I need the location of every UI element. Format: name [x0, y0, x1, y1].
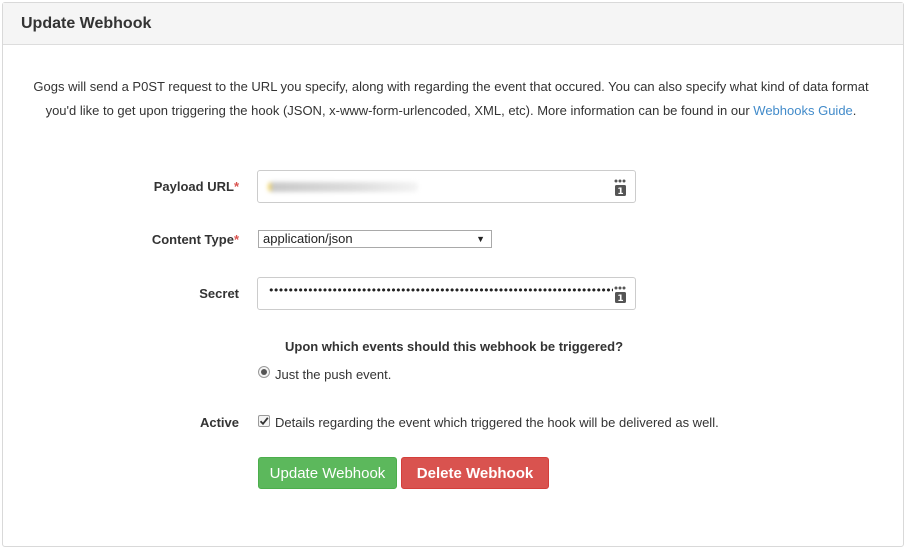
panel-header: Update Webhook: [3, 3, 903, 45]
redacted-url-value: [268, 182, 418, 192]
delete-webhook-button[interactable]: Delete Webhook: [401, 457, 549, 489]
required-mark: *: [233, 232, 239, 247]
push-event-label[interactable]: Just the push event.: [275, 367, 391, 382]
secret-masked-value: ••••••••••••••••••••••••••••••••••••••••…: [268, 284, 613, 297]
required-mark: *: [233, 179, 239, 194]
content-type-selected: application/json: [263, 231, 353, 246]
page-title: Update Webhook: [21, 14, 152, 32]
secret-input[interactable]: ••••••••••••••••••••••••••••••••••••••••…: [257, 277, 636, 310]
webhooks-guide-link[interactable]: Webhooks Guide: [753, 103, 853, 118]
svg-text:1: 1: [617, 187, 623, 196]
active-checkbox[interactable]: [258, 415, 270, 427]
dropdown-arrow-icon: ▼: [476, 234, 485, 244]
payload-url-input[interactable]: 1: [257, 170, 636, 203]
description-text: Gogs will send a P0ST request to the URL…: [33, 79, 869, 118]
webhook-description: Gogs will send a P0ST request to the URL…: [30, 75, 872, 123]
description-suffix: .: [852, 103, 857, 118]
content-type-select[interactable]: application/json ▼: [258, 230, 492, 248]
svg-text:1: 1: [617, 294, 623, 303]
update-webhook-button[interactable]: Update Webhook: [258, 457, 397, 489]
content-type-label: Content Type*: [151, 232, 239, 247]
payload-url-label: Payload URL*: [153, 179, 239, 194]
password-manager-icon[interactable]: 1: [614, 179, 628, 196]
push-event-radio[interactable]: [258, 366, 270, 378]
checkmark-icon: [259, 417, 269, 426]
active-description: Details regarding the event which trigge…: [275, 415, 719, 430]
events-question: Upon which events should this webhook be…: [284, 339, 624, 354]
active-label: Active: [199, 415, 239, 430]
secret-label: Secret: [199, 286, 239, 301]
password-manager-icon[interactable]: 1: [614, 286, 628, 303]
